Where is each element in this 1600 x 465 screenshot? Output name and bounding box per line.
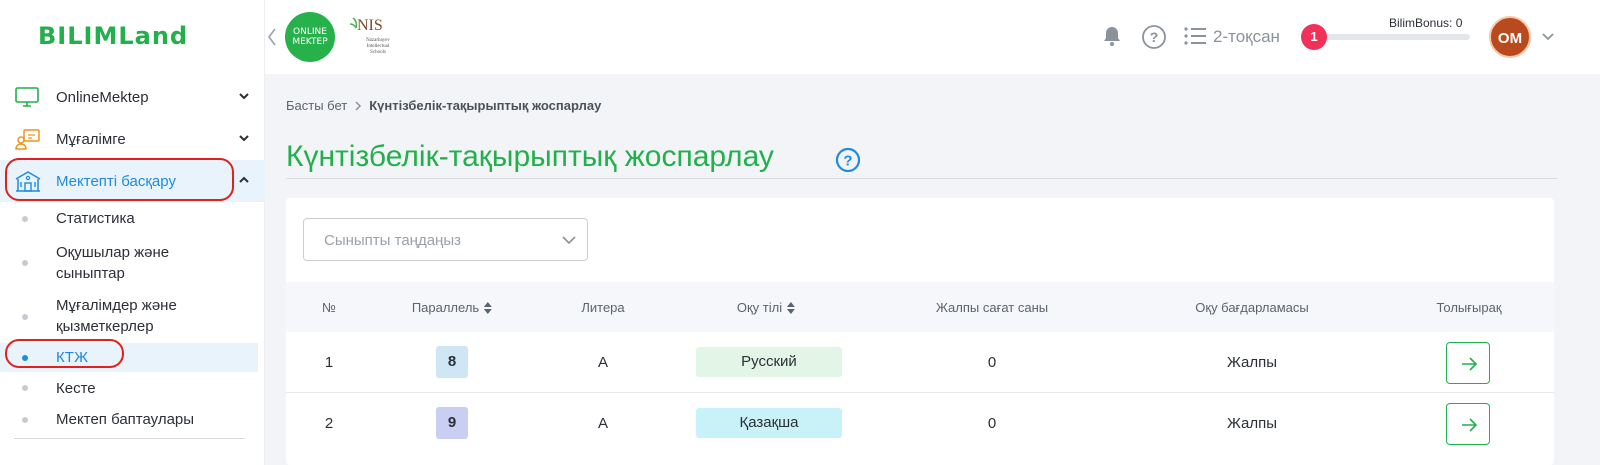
sidebar-item-label: OnlineMektep (56, 88, 149, 106)
sidebar-subitem-statistics[interactable]: Статистика (0, 202, 265, 235)
column-header-language[interactable]: Оқу тілі (737, 300, 796, 315)
arrow-right-icon (1462, 357, 1478, 371)
total-hours: 0 (987, 354, 997, 371)
school-icon (15, 171, 41, 192)
bilimbonus-label: BilimBonus: 0 (1389, 16, 1463, 30)
bullet-icon (22, 313, 28, 320)
page-title: Күнтізбелік-тақырыптық жоспарлау (286, 140, 774, 173)
sidebar-subitem-ktzh[interactable]: КТЖ (0, 343, 258, 372)
table-header: № Параллель Литера Оқу тілі Жалпы сағат … (286, 282, 1554, 332)
breadcrumb-home-link[interactable]: Басты бет (286, 98, 347, 113)
sidebar-subitem-schedule[interactable]: Кесте (0, 372, 265, 404)
breadcrumb: Басты бет Күнтізбелік-тақырыптық жоспарл… (286, 98, 601, 113)
sidebar-item-school-management[interactable]: Мектепті басқару (0, 160, 265, 202)
breadcrumb-current: Күнтізбелік-тақырыптық жоспарлау (369, 98, 602, 113)
ktzh-card: Сыныпты таңдаңыз № Параллель Литера Оқу … (286, 198, 1554, 465)
bullet-icon (22, 416, 28, 423)
arrow-right-icon (1462, 418, 1478, 432)
class-select[interactable]: Сыныпты таңдаңыз (303, 218, 588, 261)
chevron-right-icon (355, 100, 362, 111)
language-badge: Русский (696, 347, 842, 377)
chevron-up-icon[interactable] (237, 173, 251, 187)
sidebar-nav: OnlineMektep Мұғалімге Мектепті басқару (0, 76, 265, 435)
sidebar-subitem-teachers-staff[interactable]: Мұғалімдер және қызметкерлер (0, 290, 210, 343)
bullet-icon (22, 215, 28, 222)
grade-badge: 9 (436, 407, 468, 439)
svg-text:?: ? (843, 153, 852, 170)
nis-logo-text: NIS (357, 17, 383, 34)
bullet-icon (22, 385, 28, 391)
class-letter: А (597, 415, 609, 432)
row-number: 2 (324, 415, 334, 432)
language-badge: Қазақша (696, 408, 842, 438)
sort-icon[interactable] (787, 301, 796, 314)
sidebar: BILIMLand OnlineMektep Мұғалімге Мектепт… (0, 0, 265, 465)
monitor-icon (15, 87, 39, 107)
notification-count-badge: 1 (1301, 24, 1327, 50)
sidebar-item-onlinemektep[interactable]: OnlineMektep (0, 76, 265, 118)
column-header-letter: Литера (581, 300, 625, 315)
sort-icon[interactable] (484, 301, 493, 314)
online-mektep-logo[interactable]: ONLINE MEKTEP (285, 12, 335, 62)
column-header-parallel[interactable]: Параллель (412, 300, 493, 315)
collapse-sidebar-icon[interactable] (265, 22, 279, 52)
avatar[interactable]: OM (1489, 16, 1531, 58)
class-letter: А (597, 354, 609, 371)
bilimbonus-progress-bar (1320, 34, 1470, 40)
column-header-number: № (322, 300, 336, 315)
chevron-down-icon (562, 236, 576, 245)
table-row: 1 8 А Русский 0 Жалпы (286, 332, 1554, 393)
column-header-program: Оқу бағдарламасы (1195, 300, 1309, 315)
quarter-label[interactable]: 2-тоқсан (1213, 27, 1280, 47)
svg-text:?: ? (1150, 29, 1159, 45)
sidebar-subitem-students-classes[interactable]: Оқушылар және сыныптар (0, 235, 200, 290)
list-icon[interactable] (1183, 25, 1207, 47)
top-header: ONLINE MEKTEP NIS Nazarbayev Intellectua… (265, 0, 1600, 74)
title-divider (286, 178, 1557, 179)
sidebar-divider (14, 438, 245, 439)
details-button[interactable] (1446, 403, 1490, 445)
row-number: 1 (324, 354, 334, 371)
sidebar-item-teacher[interactable]: Мұғалімге (0, 118, 265, 160)
column-header-details: Толығырақ (1436, 300, 1502, 315)
bilimland-logo[interactable]: BILIMLand (38, 22, 188, 50)
bullet-icon (22, 354, 28, 361)
teacher-icon (15, 129, 40, 150)
nis-subtitle: Nazarbayev Intellectual Schools (366, 38, 390, 55)
class-select-placeholder: Сыныпты таңдаңыз (324, 232, 461, 249)
bullet-icon (22, 259, 28, 266)
help-icon[interactable]: ? (1141, 24, 1167, 50)
program-name: Жалпы (1226, 354, 1278, 371)
chevron-down-icon[interactable] (1541, 31, 1555, 43)
sidebar-item-label: Мұғалімге (56, 130, 126, 148)
total-hours: 0 (987, 415, 997, 432)
sidebar-subitem-school-settings[interactable]: Мектеп баптаулары (0, 404, 265, 435)
column-header-total-hours: Жалпы сағат саны (935, 300, 1049, 315)
details-button[interactable] (1446, 342, 1490, 384)
help-icon[interactable]: ? (835, 147, 861, 173)
program-name: Жалпы (1226, 415, 1278, 432)
grade-badge: 8 (436, 346, 468, 378)
bell-icon[interactable] (1100, 24, 1124, 48)
chevron-down-icon[interactable] (237, 131, 251, 145)
table-row: 2 9 А Қазақша 0 Жалпы (286, 393, 1554, 454)
sidebar-item-label: Мектепті басқару (56, 172, 176, 190)
chevron-down-icon[interactable] (237, 89, 251, 103)
